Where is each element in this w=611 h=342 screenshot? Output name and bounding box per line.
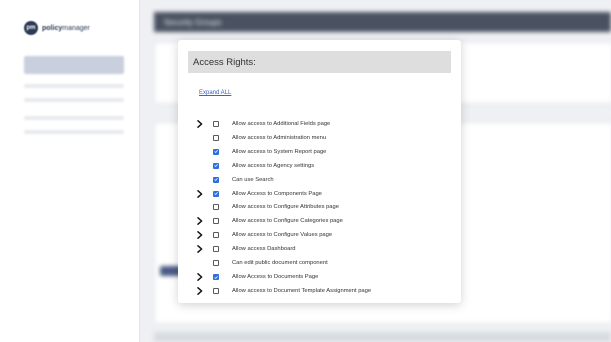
access-right-row: Allow access Dashboard (195, 242, 455, 256)
sidebar-item[interactable] (24, 84, 124, 88)
access-right-checkbox[interactable] (213, 176, 219, 183)
access-right-label: Allow access to Administration menu (232, 134, 327, 141)
access-right-checkbox[interactable] (213, 288, 219, 295)
access-right-checkbox[interactable] (213, 218, 219, 225)
access-right-row: Allow access to Document Template Assign… (195, 284, 455, 298)
access-right-checkbox[interactable] (213, 274, 219, 281)
sidebar-item-active[interactable] (24, 56, 124, 74)
access-right-row: Allow access to Configure Attributes pag… (195, 201, 455, 215)
chevron-right-icon[interactable] (195, 231, 204, 240)
access-right-checkbox[interactable] (213, 204, 219, 211)
access-right-checkbox[interactable] (213, 120, 219, 127)
chevron-right-icon[interactable] (195, 189, 204, 198)
sidebar-item[interactable] (24, 98, 124, 102)
access-right-row: Allow access to Configure Values page (195, 228, 455, 242)
checkmark-icon (214, 178, 218, 181)
access-right-label: Can edit public document component (232, 260, 328, 267)
checkmark-icon (214, 164, 218, 168)
access-right-checkbox[interactable] (213, 148, 219, 155)
access-right-label: Allow access to System Report page (232, 148, 327, 155)
access-rights-modal: Access Rights: Expand ALL Allow access t… (178, 40, 461, 303)
access-right-label: Allow access to Configure Values page (232, 232, 333, 239)
access-right-checkbox[interactable] (213, 232, 219, 239)
access-right-label: Allow access to Additional Fields page (232, 120, 331, 127)
logo: pm policymanager (24, 20, 90, 36)
sidebar-item[interactable] (24, 116, 124, 120)
checkmark-icon (214, 275, 218, 279)
sidebar-item[interactable] (24, 130, 124, 134)
modal-header: Access Rights: (188, 51, 451, 73)
access-right-row: Allow Access to Components Page (195, 187, 455, 201)
chevron-right-icon[interactable] (195, 217, 204, 226)
access-right-label: Allow access to Agency settings (232, 162, 315, 169)
access-right-row: Allow access to Additional Fields page (195, 117, 455, 131)
access-right-checkbox[interactable] (213, 260, 219, 267)
access-right-checkbox[interactable] (213, 246, 219, 253)
access-right-checkbox[interactable] (213, 134, 219, 141)
chevron-right-icon[interactable] (195, 273, 204, 282)
access-right-label: Allow access Dashboard (232, 246, 296, 253)
page-header: Security Groups (154, 12, 611, 32)
page-title: Security Groups (164, 17, 222, 27)
checkmark-icon (214, 192, 218, 195)
access-right-row: Allow access to Administration menu (195, 131, 455, 145)
logo-badge: pm (24, 21, 38, 35)
chevron-right-icon[interactable] (195, 245, 204, 254)
page-footer (154, 332, 611, 342)
sidebar: pm policymanager (0, 0, 140, 342)
checkmark-icon (214, 150, 218, 154)
access-right-row: Allow access to Configure Categories pag… (195, 214, 455, 228)
access-right-row: Allow access to Agency settings (195, 159, 455, 173)
access-right-row: Allow access to System Report page (195, 145, 455, 159)
chevron-right-icon[interactable] (195, 287, 204, 296)
access-right-checkbox[interactable] (213, 190, 219, 197)
expand-all-link[interactable]: Expand ALL (199, 90, 231, 96)
logo-text: policymanager (42, 24, 90, 32)
access-right-label: Allow access to Document Template Assign… (232, 288, 372, 295)
access-right-label: Can use Search (232, 176, 274, 183)
access-right-row: Can edit public document component (195, 256, 455, 270)
access-right-row: Can use Search (195, 173, 455, 187)
access-right-label: Allow access to Configure Categories pag… (232, 218, 343, 225)
access-right-checkbox[interactable] (213, 162, 219, 169)
modal-title: Access Rights: (193, 56, 256, 68)
chevron-right-icon[interactable] (195, 119, 204, 128)
access-right-label: Allow access to Configure Attributes pag… (232, 204, 339, 211)
access-right-label: Allow Access to Components Page (232, 190, 322, 197)
access-rights-list: Allow access to Additional Fields page Al… (195, 117, 455, 298)
access-right-label: Allow Access to Documents Page (232, 274, 319, 281)
access-right-row: Allow Access to Documents Page (195, 270, 455, 284)
